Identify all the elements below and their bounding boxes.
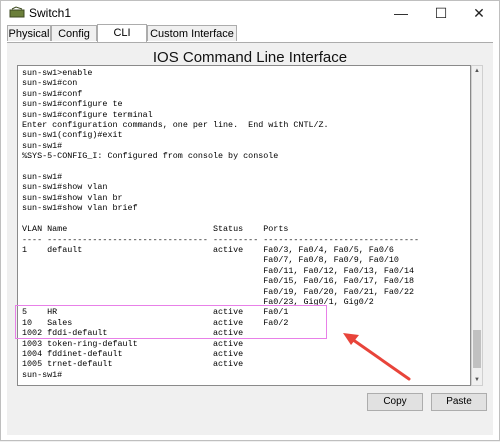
switch-window: Switch1 — ☐ ✕ Physical Config CLI Custom… — [0, 0, 500, 441]
scroll-down-icon[interactable]: ▼ — [472, 375, 482, 385]
terminal-scrollbar[interactable]: ▲ ▼ — [471, 65, 483, 386]
close-button[interactable]: ✕ — [459, 1, 499, 25]
vlan-highlight-box — [15, 305, 327, 339]
copy-button[interactable]: Copy — [367, 393, 423, 411]
tab-cli[interactable]: CLI — [97, 24, 147, 42]
window-title: Switch1 — [29, 6, 72, 20]
title-bar: Switch1 — ☐ ✕ — [1, 1, 499, 25]
switch-app-icon — [9, 6, 25, 18]
scrollbar-thumb[interactable] — [473, 330, 481, 368]
tab-custom-interface[interactable]: Custom Interface — [147, 25, 237, 41]
maximize-button[interactable]: ☐ — [421, 1, 461, 25]
minimize-button[interactable]: — — [381, 1, 421, 25]
cli-panel: IOS Command Line Interface sun-sw1>enabl… — [7, 43, 493, 435]
paste-button[interactable]: Paste — [431, 393, 487, 411]
tab-physical[interactable]: Physical — [7, 25, 51, 41]
scroll-up-icon[interactable]: ▲ — [472, 66, 482, 76]
tab-config[interactable]: Config — [51, 25, 97, 41]
panel-heading: IOS Command Line Interface — [152, 49, 348, 66]
